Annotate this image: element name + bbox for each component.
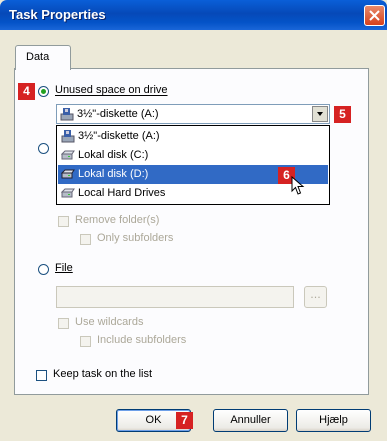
drive-option-local[interactable]: Local Hard Drives bbox=[58, 184, 328, 203]
include-subfolders-checkbox[interactable] bbox=[80, 336, 91, 347]
marker-7: 7 bbox=[176, 412, 193, 429]
hard-drive-icon bbox=[61, 169, 75, 179]
title-bar[interactable]: Task Properties bbox=[0, 0, 387, 30]
browse-button[interactable]: ... bbox=[304, 286, 327, 308]
marker-5: 5 bbox=[334, 106, 351, 123]
marker-4: 4 bbox=[18, 83, 35, 100]
drive-option-c[interactable]: Lokal disk (C:) bbox=[58, 146, 328, 165]
cancel-button-label: Annuller bbox=[230, 414, 271, 426]
help-button[interactable]: Hjælp bbox=[296, 409, 371, 432]
unused-space-label[interactable]: Unused space on drive bbox=[55, 84, 168, 96]
drive-option-label: Lokal disk (C:) bbox=[78, 149, 149, 161]
drive-dropdown-list: 3½"-diskette (A:) Lokal disk (C:) Lokal … bbox=[56, 125, 330, 205]
tab-data[interactable]: Data bbox=[15, 45, 71, 70]
drive-combobox[interactable]: 3½"-diskette (A:) bbox=[56, 104, 330, 124]
drive-option-a[interactable]: 3½"-diskette (A:) bbox=[58, 127, 328, 146]
help-button-label: Hjælp bbox=[319, 414, 348, 426]
include-subfolders-label: Include subfolders bbox=[97, 334, 187, 346]
file-label[interactable]: File bbox=[55, 262, 73, 274]
cancel-button[interactable]: Annuller bbox=[213, 409, 288, 432]
remove-folders-label: Remove folder(s) bbox=[75, 214, 160, 226]
drive-option-label: Local Hard Drives bbox=[78, 187, 166, 199]
only-subfolders-label: Only subfolders bbox=[97, 232, 174, 244]
use-wildcards-checkbox[interactable] bbox=[58, 318, 69, 329]
hard-drive-icon bbox=[61, 188, 75, 198]
dropdown-arrow-button[interactable] bbox=[312, 106, 328, 122]
tab-data-label: Data bbox=[26, 51, 50, 63]
drive-combobox-value: 3½"-diskette (A:) bbox=[77, 108, 159, 120]
ok-button-label: OK bbox=[145, 414, 162, 426]
drive-option-label: 3½"-diskette (A:) bbox=[78, 130, 160, 142]
window-title: Task Properties bbox=[9, 7, 106, 22]
close-button[interactable] bbox=[364, 5, 385, 26]
hard-drive-icon bbox=[61, 150, 75, 160]
floppy-drive-icon bbox=[61, 130, 75, 143]
unused-space-radio[interactable] bbox=[38, 86, 49, 97]
keep-task-checkbox[interactable] bbox=[36, 370, 47, 381]
file-path-input[interactable] bbox=[56, 286, 294, 308]
use-wildcards-label: Use wildcards bbox=[75, 316, 144, 328]
mouse-cursor-icon bbox=[291, 176, 305, 195]
remove-folders-checkbox[interactable] bbox=[58, 216, 69, 227]
floppy-drive-icon bbox=[60, 108, 74, 121]
keep-task-label[interactable]: Keep task on the list bbox=[53, 368, 152, 380]
task-properties-dialog: Task Properties Data 4 Unused space on d… bbox=[0, 0, 387, 441]
close-icon bbox=[369, 10, 380, 21]
drive-option-label: Lokal disk (D:) bbox=[78, 168, 149, 180]
file-radio[interactable] bbox=[38, 264, 49, 275]
folder-radio[interactable] bbox=[38, 143, 49, 154]
only-subfolders-checkbox[interactable] bbox=[80, 234, 91, 245]
